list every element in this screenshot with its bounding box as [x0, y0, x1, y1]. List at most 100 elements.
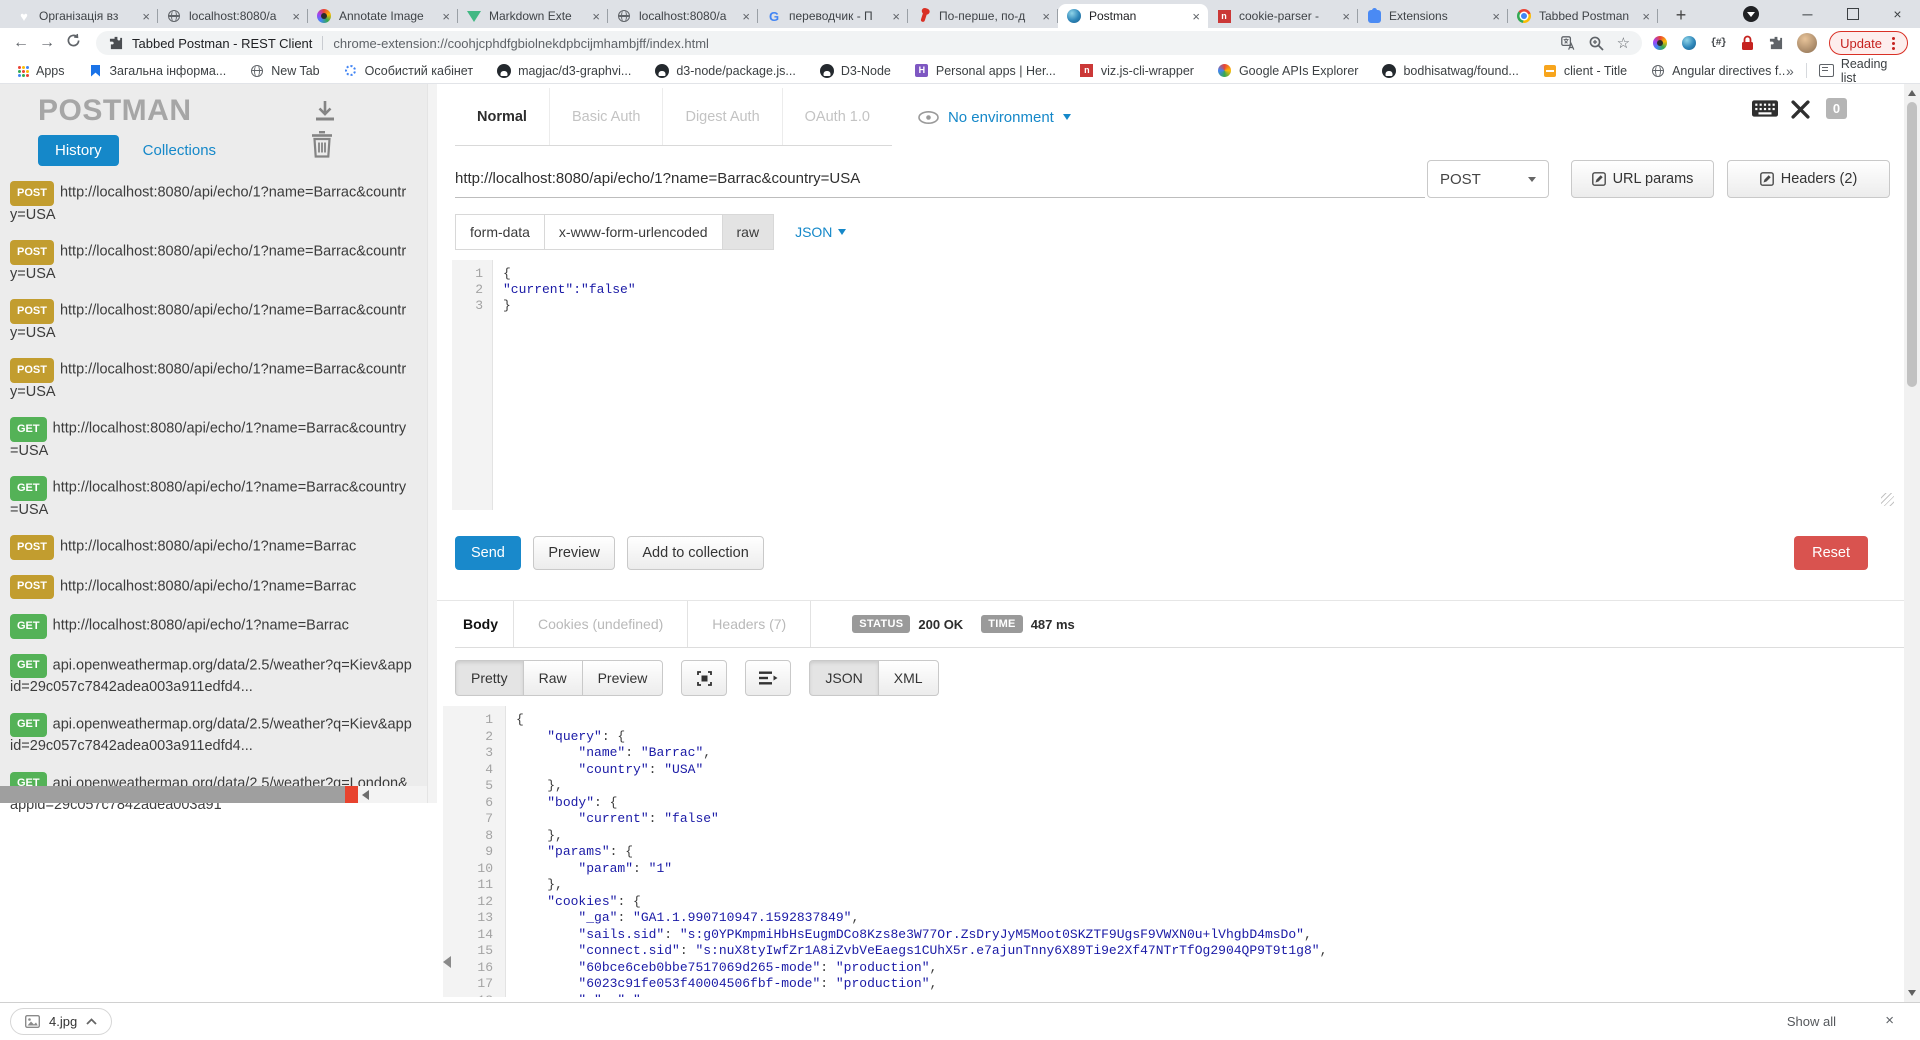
browser-tab[interactable]: Postman× [1058, 4, 1208, 28]
bookmark-item[interactable]: Загальна інформа... [88, 63, 227, 79]
download-icon[interactable] [312, 98, 338, 129]
profile-avatar[interactable] [1797, 33, 1817, 53]
chrome-menu-icon[interactable] [1892, 42, 1895, 45]
view-tab-pretty[interactable]: Pretty [455, 660, 524, 696]
browser-tab[interactable]: Markdown Exte× [458, 4, 608, 28]
bookmark-item[interactable]: magjac/d3-graphvi... [496, 63, 631, 79]
browser-tab[interactable]: По-перше, по-д× [908, 4, 1058, 28]
update-button[interactable]: Update [1829, 31, 1908, 55]
postman-extension-icon[interactable] [1681, 35, 1697, 51]
tab-close-icon[interactable]: × [592, 10, 600, 23]
translate-icon[interactable] [1561, 35, 1577, 51]
zoom-icon[interactable] [1589, 35, 1605, 51]
history-item[interactable]: POSThttp://localhost:8080/api/echo/1?nam… [10, 575, 412, 600]
tab-close-icon[interactable]: × [1342, 10, 1350, 23]
lock-extension-icon[interactable] [1739, 35, 1755, 51]
address-bar[interactable]: Tabbed Postman - REST Client chrome-exte… [96, 31, 1642, 55]
response-tab-body[interactable]: Body [455, 601, 514, 647]
page-scrollbar[interactable] [1904, 84, 1920, 1002]
tab-close-icon[interactable]: × [1042, 10, 1050, 23]
auth-tab-basic-auth[interactable]: Basic Auth [549, 88, 663, 145]
sidebar-vertical-scrollbar[interactable] [427, 84, 437, 803]
browser-tab[interactable]: ncookie-parser -× [1208, 4, 1358, 28]
close-icon[interactable]: × [1875, 0, 1920, 28]
tab-close-icon[interactable]: × [142, 10, 150, 23]
history-item[interactable]: GETapi.openweathermap.org/data/2.5/weath… [10, 654, 412, 698]
scrollbar-thumb[interactable] [1907, 102, 1917, 387]
history-item[interactable]: POSThttp://localhost:8080/api/echo/1?nam… [10, 358, 412, 402]
forward-icon[interactable]: → [34, 34, 60, 52]
view-tab-raw[interactable]: Raw [523, 660, 583, 696]
browser-tab[interactable]: Gпереводчик - П× [758, 4, 908, 28]
bookmark-item[interactable]: Особистий кабінет [343, 63, 473, 79]
reading-list-button[interactable]: Reading list [1819, 57, 1906, 85]
bookmark-star-icon[interactable]: ☆ [1617, 36, 1630, 51]
tab-close-icon[interactable]: × [1492, 10, 1500, 23]
sidebar-horizontal-scrollbar[interactable] [0, 786, 427, 803]
reset-button[interactable]: Reset [1794, 536, 1868, 570]
response-tab-cookies-undefined-[interactable]: Cookies (undefined) [513, 601, 688, 647]
auth-tab-digest-auth[interactable]: Digest Auth [662, 88, 781, 145]
minimize-icon[interactable]: ─ [1785, 0, 1830, 28]
bookmark-item[interactable]: D3-Node [819, 63, 891, 79]
browser-tab[interactable]: Extensions× [1358, 4, 1508, 28]
browser-tab[interactable]: Annotate Image× [308, 4, 458, 28]
environment-selector[interactable]: No environment [918, 109, 1071, 126]
browser-tab[interactable]: ♥Організація вз× [8, 4, 158, 28]
url-input[interactable]: http://localhost:8080/api/echo/1?name=Ba… [455, 160, 1425, 198]
expand-response-button[interactable] [681, 660, 727, 696]
bookmarks-overflow-icon[interactable]: » [1786, 63, 1794, 79]
body-format-select[interactable]: JSON [795, 224, 846, 240]
add-to-collection-button[interactable]: Add to collection [627, 536, 763, 570]
settings-tools-icon[interactable] [1791, 100, 1810, 124]
scrollbar-thumb[interactable] [0, 786, 345, 803]
trash-icon[interactable] [310, 130, 334, 163]
bookmark-item[interactable]: Apps [14, 63, 65, 79]
resize-grip[interactable] [1881, 493, 1894, 506]
keyboard-shortcuts-icon[interactable] [1752, 100, 1778, 122]
headers-button[interactable]: Headers (2) [1727, 160, 1890, 198]
bookmark-item[interactable]: bodhisatwag/found... [1381, 63, 1518, 79]
history-tab[interactable]: History [38, 135, 119, 166]
new-tab-button[interactable]: + [1668, 2, 1694, 28]
show-all-button[interactable]: Show all [1787, 1014, 1836, 1029]
view-tab-preview[interactable]: Preview [582, 660, 664, 696]
response-tab-headers-7-[interactable]: Headers (7) [687, 601, 811, 647]
download-item[interactable]: 4.jpg [10, 1008, 112, 1035]
body-tab-form-data[interactable]: form-data [455, 214, 545, 250]
tab-close-icon[interactable]: × [1642, 10, 1650, 23]
browser-tab[interactable]: localhost:8080/a× [608, 4, 758, 28]
format-tab-json[interactable]: JSON [809, 660, 878, 696]
chevron-up-icon[interactable] [86, 1018, 97, 1025]
back-icon[interactable]: ← [8, 34, 34, 52]
search-tabs-icon[interactable] [1743, 6, 1759, 22]
extensions-puzzle-icon[interactable] [1768, 35, 1784, 51]
tab-close-icon[interactable]: × [892, 10, 900, 23]
scroll-left-icon[interactable] [443, 956, 451, 968]
bookmark-item[interactable]: client - Title [1542, 63, 1627, 79]
scroll-left-icon[interactable] [362, 790, 369, 800]
format-tab-xml[interactable]: XML [878, 660, 939, 696]
bookmark-item[interactable]: HPersonal apps | Her... [914, 63, 1056, 79]
browser-tab[interactable]: localhost:8080/a× [158, 4, 308, 28]
history-item[interactable]: GETapi.openweathermap.org/data/2.5/weath… [10, 713, 412, 757]
history-item[interactable]: GEThttp://localhost:8080/api/echo/1?name… [10, 417, 412, 461]
send-button[interactable]: Send [455, 536, 521, 570]
bookmark-item[interactable]: Google APIs Explorer [1217, 63, 1359, 79]
auth-tab-normal[interactable]: Normal [455, 88, 549, 145]
history-item[interactable]: GEThttp://localhost:8080/api/echo/1?name… [10, 614, 412, 639]
bookmark-item[interactable]: New Tab [249, 63, 319, 79]
method-select[interactable]: POST [1427, 160, 1549, 198]
close-shelf-icon[interactable]: × [1885, 1012, 1894, 1029]
tab-close-icon[interactable]: × [742, 10, 750, 23]
tab-close-icon[interactable]: × [1192, 10, 1200, 23]
request-body-editor[interactable]: 1{2"current":"false"3} [452, 260, 1904, 510]
history-item[interactable]: GEThttp://localhost:8080/api/echo/1?name… [10, 476, 412, 520]
tab-close-icon[interactable]: × [442, 10, 450, 23]
url-params-button[interactable]: URL params [1571, 160, 1714, 198]
annotate-extension-icon[interactable] [1652, 35, 1668, 51]
history-item[interactable]: POSThttp://localhost:8080/api/echo/1?nam… [10, 299, 412, 343]
auth-tab-oauth-1-0[interactable]: OAuth 1.0 [782, 88, 892, 145]
body-tab-raw[interactable]: raw [722, 214, 775, 250]
collections-tab[interactable]: Collections [143, 142, 216, 159]
